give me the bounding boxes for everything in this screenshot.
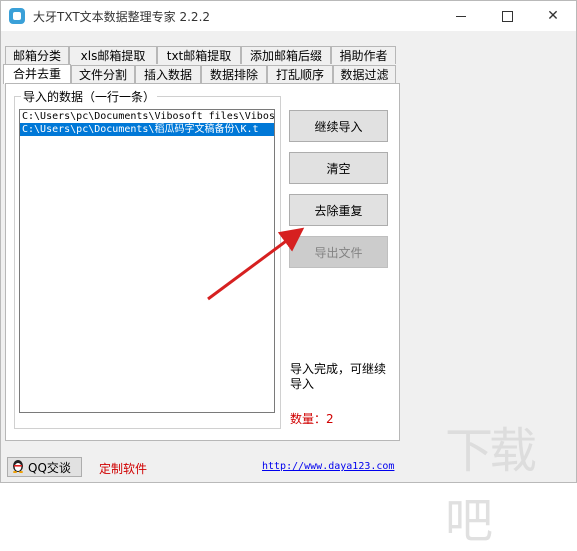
annotation-arrow-icon [207, 227, 305, 301]
app-window: 大牙TXT文本数据整理专家 2.2.2 ✕ 邮箱分类 xls邮箱提取 txt邮箱… [0, 0, 577, 549]
